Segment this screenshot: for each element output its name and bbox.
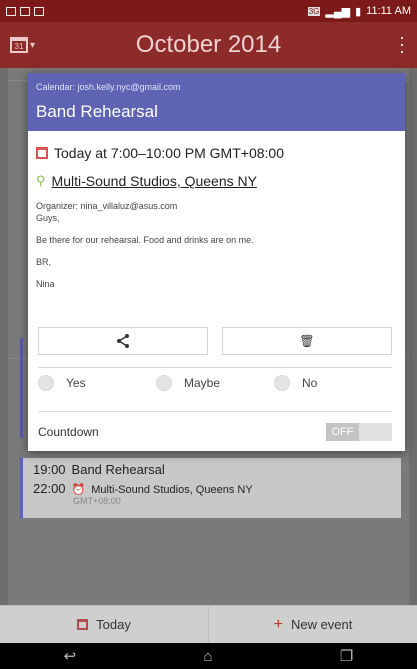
dialog-actions: 🗑 — [38, 327, 392, 355]
countdown-toggle[interactable]: OFF — [326, 423, 392, 441]
event-title: Band Rehearsal — [71, 462, 165, 477]
divider — [38, 411, 392, 412]
recents-icon[interactable]: ❐ — [340, 647, 353, 665]
rsvp-no[interactable]: No — [274, 375, 317, 391]
mail-icon — [20, 6, 30, 16]
event-timezone: GMT+08:00 — [73, 496, 121, 506]
description-line: Nina — [36, 279, 55, 289]
back-icon[interactable]: ↩ — [64, 647, 77, 665]
trash-icon: 🗑 — [299, 334, 315, 348]
new-event-button[interactable]: + New event — [208, 606, 417, 643]
notification-icon — [6, 6, 16, 16]
countdown-toggle-state: OFF — [326, 423, 359, 441]
plus-icon: + — [273, 615, 283, 633]
rsvp-options: Yes Maybe No — [38, 375, 392, 391]
battery-icon: ▮ — [355, 5, 362, 18]
radio-icon[interactable] — [38, 375, 54, 391]
event-details-dialog: Calendar: josh.kelly.nyc@gmail.com Band … — [28, 73, 405, 451]
download-icon — [34, 6, 44, 16]
clock: 11:11 AM — [366, 5, 411, 17]
radio-icon[interactable] — [274, 375, 290, 391]
month-title: October 2014 — [135, 31, 282, 58]
radio-icon[interactable] — [156, 375, 172, 391]
rsvp-yes-label: Yes — [66, 376, 86, 390]
system-nav-bar: ↩ ⌂ ❐ — [0, 643, 417, 669]
divider — [38, 367, 392, 368]
countdown-label: Countdown — [38, 425, 99, 439]
description-line: Be there for our rehearsal. Food and dri… — [36, 235, 254, 245]
calendar-account: Calendar: josh.kelly.nyc@gmail.com — [36, 82, 181, 92]
event-title-heading: Band Rehearsal — [36, 102, 158, 121]
location-pin-icon: ⚲ — [36, 173, 46, 188]
bottom-bar: Today + New event — [0, 605, 417, 643]
delete-button[interactable]: 🗑 — [222, 327, 392, 355]
event-description: Guys, Be there for our rehearsal. Food a… — [28, 213, 405, 289]
overflow-menu-icon[interactable]: · · · — [399, 28, 405, 60]
share-button[interactable] — [38, 327, 208, 355]
description-line: Guys, — [36, 213, 60, 223]
app-bar: 31 ▾ October 2014 · · · — [0, 22, 417, 68]
calendar-icon — [77, 619, 89, 630]
today-button[interactable]: Today — [0, 606, 208, 643]
share-icon — [117, 334, 129, 348]
event-when-text: Today at 7:00–10:00 PM GMT+08:00 — [54, 145, 284, 161]
signal-icon: ▂▄▆ — [325, 5, 351, 18]
calendar-icon — [36, 147, 48, 159]
rsvp-no-label: No — [302, 376, 318, 390]
event-when: Today at 7:00–10:00 PM GMT+08:00 — [28, 145, 405, 161]
event-location-link[interactable]: Multi-Sound Studios, Queens NY — [52, 173, 257, 189]
dialog-header: Calendar: josh.kelly.nyc@gmail.com Band … — [28, 73, 405, 131]
rsvp-maybe[interactable]: Maybe — [156, 375, 274, 391]
event-where[interactable]: ⚲ Multi-Sound Studios, Queens NY — [28, 173, 405, 189]
event-start-time: 19:00 — [33, 462, 66, 477]
event-location: Multi-Sound Studios, Queens NY — [91, 484, 253, 496]
event-list-item[interactable]: 19:00 Band Rehearsal 22:00 ⏰ Multi-Sound… — [20, 458, 401, 518]
countdown-row: Countdown OFF — [38, 423, 392, 441]
new-event-label: New event — [290, 617, 353, 632]
description-line: BR, — [36, 257, 52, 267]
rsvp-yes[interactable]: Yes — [38, 375, 156, 391]
status-bar: 3G ▂▄▆ ▮ 11:11 AM — [0, 0, 417, 22]
event-organizer: Organizer: nina_villaluz@asus.com — [36, 201, 178, 211]
network-type-icon: 3G — [307, 6, 321, 16]
event-end-time: 22:00 — [33, 481, 66, 496]
alarm-icon: ⏰ — [71, 484, 86, 496]
today-label: Today — [96, 617, 131, 632]
home-icon[interactable]: ⌂ — [204, 648, 213, 665]
rsvp-maybe-label: Maybe — [184, 376, 221, 390]
